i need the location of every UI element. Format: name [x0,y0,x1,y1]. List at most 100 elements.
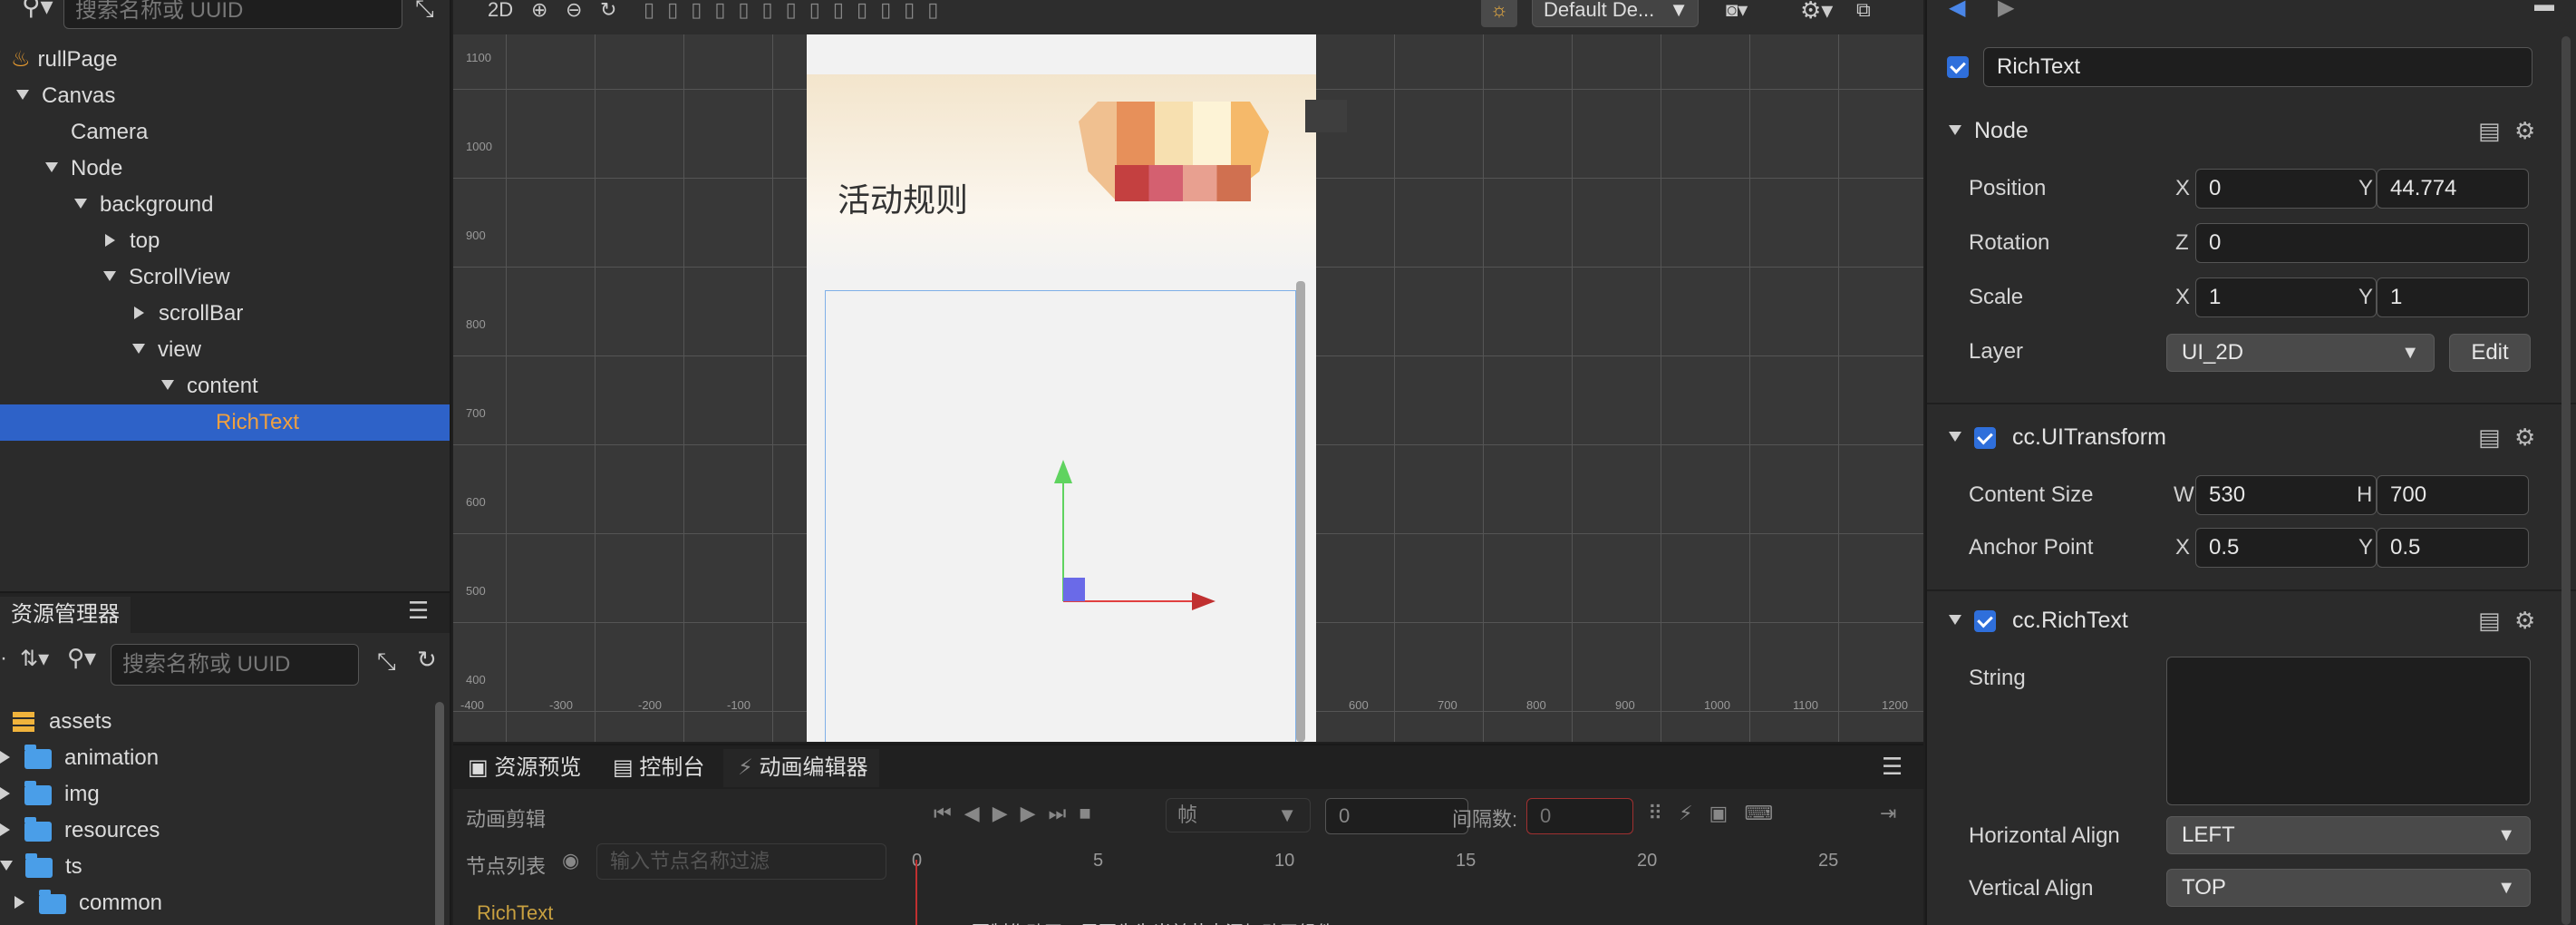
position-y-input[interactable]: 44.774 [2377,169,2529,209]
camera-icon[interactable]: ◙▾ [1726,0,1748,20]
doc-icon[interactable]: ▤ [2478,599,2501,642]
collapse-icon[interactable]: ⤡ [377,648,396,677]
lighting-icon[interactable]: ☼ [1481,0,1517,27]
collapsed-arrow-icon[interactable] [0,786,10,800]
anchor-y-input[interactable]: 0.5 [2377,528,2529,568]
layer-dropdown[interactable]: UI_2D ▼ [2166,334,2435,372]
tab-assets[interactable]: 资源管理器 [0,597,131,633]
tab-asset-preview[interactable]: ▣ 资源预览 [453,749,592,787]
scale-x-input[interactable]: 1 [2195,278,2377,317]
tree-node-scrollview[interactable]: ScrollView [103,259,230,296]
expand-arrow-icon[interactable] [45,162,58,173]
settings-icon[interactable]: ⚙▾ [1800,0,1833,22]
horizontal-align-dropdown[interactable]: LEFT ▼ [2166,816,2531,854]
asset-item-resources[interactable]: resources [0,813,160,849]
node-active-checkbox[interactable] [1947,56,1969,78]
asset-item-animation[interactable]: animation [0,740,159,776]
tab-animation-editor[interactable]: ⚡ 动画编辑器 [723,749,879,787]
menu-icon[interactable]: ☰ [1882,753,1903,781]
tree-node-scrollbar[interactable]: scrollBar [134,296,243,332]
collapsed-arrow-icon[interactable] [134,306,144,319]
mode-2d-button[interactable]: 2D [488,0,513,20]
expand-arrow-icon[interactable] [1949,431,1961,442]
camera-dropdown[interactable]: Default De... ▼ [1532,0,1699,27]
gear-icon[interactable]: ⚙ [2514,415,2535,459]
collapse-all-icon[interactable]: ⤡ [415,0,434,24]
lock-icon[interactable]: ▬ [2534,0,2554,16]
back-arrow-icon[interactable]: ◀ [1949,0,1965,21]
zoom-out-icon[interactable]: ⊖ [566,0,582,20]
expand-arrow-icon[interactable] [132,344,145,355]
tree-node-view[interactable]: view [132,332,201,368]
doc-icon[interactable]: ▤ [2478,109,2501,152]
add-icon[interactable]: · [0,646,7,671]
expand-arrow-icon[interactable] [0,861,13,871]
asset-item-img[interactable]: img [0,776,100,813]
forward-arrow-icon[interactable]: ▶ [1998,0,2014,21]
eye-icon[interactable]: ◉ [562,849,579,872]
asset-item-assets[interactable]: assets [13,704,111,740]
tree-node-background[interactable]: background [74,187,213,223]
position-x-input[interactable]: 0 [2195,169,2377,209]
playhead[interactable] [915,860,917,925]
expand-arrow-icon[interactable] [103,271,116,282]
tree-node-richtext[interactable]: RichText [0,404,450,441]
align-tools-icon[interactable]: ▯▯▯▯▯▯▯▯▯▯▯▯▯ [644,0,951,20]
assets-search-input[interactable]: 搜索名称或 UUID [111,644,359,686]
gizmo-icon[interactable]: ⧉ [1856,0,1871,20]
uitransform-enabled-checkbox[interactable] [1974,427,1996,450]
expand-arrow-icon[interactable] [1949,614,1961,625]
search-icon[interactable]: ⚲▾ [22,0,53,21]
node-section-header[interactable]: Node ▤ ⚙ [1927,109,2561,152]
layer-edit-button[interactable]: Edit [2449,334,2531,372]
gear-icon[interactable]: ⚙ [2514,599,2535,642]
expand-arrow-icon[interactable] [74,199,87,209]
tab-console[interactable]: ▤ 控制台 [598,749,715,787]
interval-input[interactable]: 0 [1526,798,1633,834]
gear-icon[interactable]: ⚙ [2514,109,2535,152]
transform-gizmo[interactable] [826,291,1297,742]
doc-icon[interactable]: ▤ [2478,415,2501,459]
expand-arrow-icon[interactable] [1949,124,1961,135]
anchor-x-input[interactable]: 0.5 [2195,528,2377,568]
expand-arrow-icon[interactable] [16,90,29,101]
collapsed-arrow-icon[interactable] [0,750,10,764]
tree-node-top[interactable]: top [105,223,160,259]
width-input[interactable]: 530 [2195,475,2377,515]
assets-scrollbar[interactable] [435,702,444,925]
scale-y-input[interactable]: 1 [2377,278,2529,317]
richtext-section-header[interactable]: cc.RichText ▤ ⚙ [1927,599,2561,642]
asset-item-common[interactable]: common [15,885,162,921]
asset-item-ts[interactable]: ts [0,849,82,885]
refresh-icon[interactable]: ↻ [417,646,437,674]
menu-icon[interactable]: ☰ [408,597,429,625]
scrollview-scrollbar[interactable] [1296,281,1305,742]
inspector-scrollbar[interactable] [2561,36,2571,925]
current-frame-input[interactable]: 0 [1325,798,1468,834]
node-list-item-richtext[interactable]: RichText [477,901,553,925]
device-preview[interactable]: 活动规则 [807,34,1316,742]
hierarchy-search-input[interactable]: 搜索名称或 UUID [63,0,402,29]
expand-arrow-icon[interactable] [161,380,174,391]
scrollview-bounds[interactable] [825,290,1296,742]
zoom-in-icon[interactable]: ⊕ [531,0,547,20]
reset-view-icon[interactable]: ↻ [600,0,616,20]
exit-icon[interactable]: ⇥ [1880,802,1896,825]
tree-node-canvas[interactable]: Canvas [16,78,115,114]
uitransform-section-header[interactable]: cc.UITransform ▤ ⚙ [1927,415,2561,459]
collapsed-arrow-icon[interactable] [15,895,24,909]
tree-node-camera[interactable]: Camera [71,114,148,151]
string-textarea[interactable] [2166,657,2531,805]
height-input[interactable]: 700 [2377,475,2529,515]
rotation-z-input[interactable]: 0 [2195,223,2529,263]
frame-unit-dropdown[interactable]: 帧 ▼ [1166,798,1311,832]
clip-tools[interactable]: ⠿⚡▣⌨ [1648,802,1789,825]
richtext-enabled-checkbox[interactable] [1974,610,1996,633]
node-name-input[interactable]: RichText [1983,47,2532,87]
tree-node-content[interactable]: content [161,368,258,404]
tree-node-rullpage[interactable]: ♨ rullPage [11,42,118,78]
search-icon[interactable]: ⚲▾ [67,644,96,672]
playback-controls[interactable]: ⏮◀▶▶⏭■ [934,802,1104,825]
tree-node-node[interactable]: Node [45,151,122,187]
collapsed-arrow-icon[interactable] [105,233,115,247]
